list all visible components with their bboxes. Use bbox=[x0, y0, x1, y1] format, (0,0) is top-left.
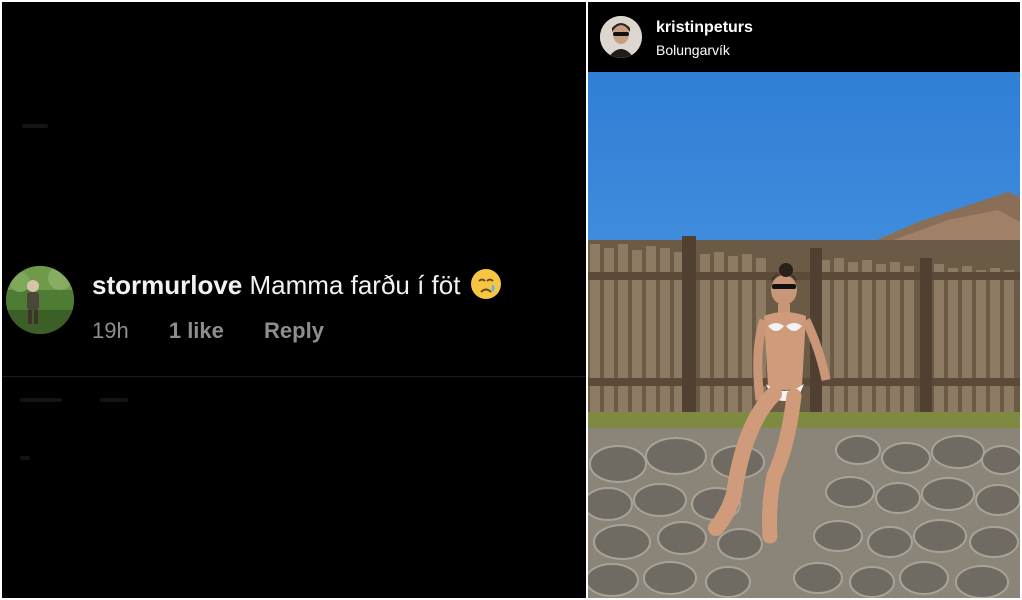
faded-text-line bbox=[22, 124, 48, 128]
comment-body: Mamma farðu í föt bbox=[249, 270, 461, 300]
comment-text: stormurlove Mamma farðu í föt bbox=[92, 268, 502, 301]
child-avatar-photo bbox=[6, 266, 74, 334]
post-location[interactable]: Bolungarvík bbox=[656, 42, 730, 58]
commenter-avatar[interactable] bbox=[6, 266, 74, 334]
comment-meta: 19h 1 like Reply bbox=[92, 318, 358, 344]
comment-divider bbox=[2, 376, 586, 377]
faded-text-line bbox=[100, 398, 128, 402]
comment-likes-link[interactable]: 1 like bbox=[169, 318, 224, 343]
comment-timestamp: 19h bbox=[92, 318, 129, 343]
reply-button[interactable]: Reply bbox=[264, 318, 324, 343]
poster-avatar[interactable] bbox=[600, 16, 642, 58]
post-header: kristinpeturs Bolungarvík bbox=[588, 2, 1020, 72]
comment-username[interactable]: stormurlove bbox=[92, 270, 242, 300]
instagram-post-panel: kristinpeturs Bolungarvík bbox=[588, 2, 1020, 598]
comment-screenshot-panel: stormurlove Mamma farðu í föt 19h 1 like… bbox=[2, 2, 586, 598]
crying-face-icon bbox=[470, 268, 502, 300]
poster-avatar-photo bbox=[600, 16, 642, 58]
comment-item: stormurlove Mamma farðu í föt 19h 1 like… bbox=[6, 264, 576, 344]
faded-text-line bbox=[20, 398, 62, 402]
post-username[interactable]: kristinpeturs bbox=[656, 19, 753, 37]
faded-text-line bbox=[20, 456, 30, 460]
post-photo[interactable] bbox=[588, 72, 1020, 598]
beach-fence-photo bbox=[588, 72, 1020, 598]
